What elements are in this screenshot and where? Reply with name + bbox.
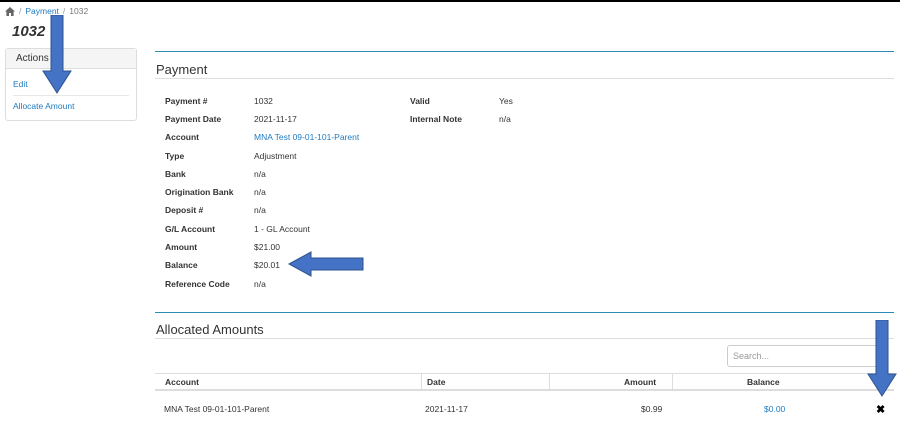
type-label: Type xyxy=(165,151,185,161)
payment-date-label: Payment Date xyxy=(165,114,222,124)
breadcrumb-separator: / xyxy=(19,6,22,16)
annotation-arrow-left-icon xyxy=(288,251,364,277)
column-divider xyxy=(672,374,673,390)
valid-label: Valid xyxy=(410,96,430,106)
page-title: 1032 xyxy=(12,23,46,40)
home-icon[interactable] xyxy=(5,6,15,16)
account-link[interactable]: MNA Test 09-01-101-Parent xyxy=(254,132,359,142)
allocated-section-underline xyxy=(155,338,894,339)
annotation-arrow-down-icon xyxy=(42,15,72,94)
payment-date-value: 2021-11-17 xyxy=(254,114,297,124)
origination-bank-value: n/a xyxy=(254,187,266,197)
column-divider xyxy=(421,374,422,390)
column-header-account[interactable]: Account xyxy=(165,377,199,387)
account-label: Account xyxy=(165,132,199,142)
allocated-section-rule xyxy=(155,312,894,313)
column-header-amount[interactable]: Amount xyxy=(624,377,656,387)
actions-divider xyxy=(13,95,129,96)
valid-value: Yes xyxy=(499,96,513,106)
row-date: 2021-11-17 xyxy=(425,404,468,414)
amount-label: Amount xyxy=(165,242,198,252)
annotation-arrow-down-icon xyxy=(867,320,897,397)
column-header-balance[interactable]: Balance xyxy=(747,377,780,387)
balance-label: Balance xyxy=(165,260,198,270)
gl-account-value: 1 - GL Account xyxy=(254,224,310,234)
allocated-section-title: Allocated Amounts xyxy=(156,322,264,337)
close-icon[interactable]: ✖ xyxy=(876,403,885,416)
breadcrumb-current: 1032 xyxy=(69,6,89,16)
reference-code-label: Reference Code xyxy=(165,279,230,289)
type-value: Adjustment xyxy=(254,151,297,161)
payment-number-label: Payment # xyxy=(165,96,208,106)
allocated-table-header: Account Date Amount Balance xyxy=(155,373,894,391)
origination-bank-label: Origination Bank xyxy=(165,187,234,197)
payment-section-title: Payment xyxy=(156,62,208,77)
top-border xyxy=(0,0,900,2)
internal-note-label: Internal Note xyxy=(410,114,462,124)
row-account: MNA Test 09-01-101-Parent xyxy=(164,404,270,414)
internal-note-value: n/a xyxy=(499,114,511,124)
row-balance-link[interactable]: $0.00 xyxy=(764,404,785,414)
column-divider xyxy=(549,374,550,390)
column-header-date[interactable]: Date xyxy=(427,377,445,387)
reference-code-value: n/a xyxy=(254,279,266,289)
bank-value: n/a xyxy=(254,169,266,179)
amount-value: $21.00 xyxy=(254,242,280,252)
deposit-number-value: n/a xyxy=(254,205,266,215)
bank-label: Bank xyxy=(165,169,186,179)
edit-link[interactable]: Edit xyxy=(13,79,28,89)
deposit-number-label: Deposit # xyxy=(165,205,204,215)
payment-number-value: 1032 xyxy=(254,96,273,106)
payment-section-underline xyxy=(155,78,894,79)
gl-account-label: G/L Account xyxy=(165,224,216,234)
balance-value: $20.01 xyxy=(254,260,280,270)
payment-section-rule xyxy=(155,51,894,52)
search-input[interactable] xyxy=(727,345,885,367)
allocate-amount-link[interactable]: Allocate Amount xyxy=(13,101,74,111)
row-amount: $0.99 xyxy=(641,404,663,414)
